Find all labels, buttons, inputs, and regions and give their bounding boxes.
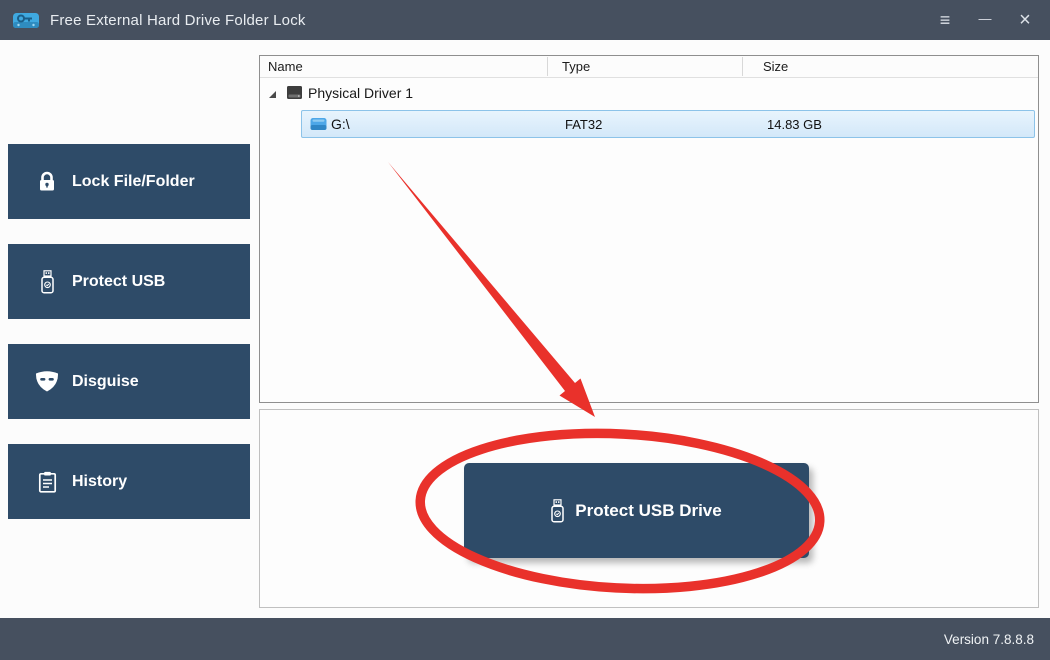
minimize-icon[interactable]: —	[974, 11, 996, 26]
close-icon[interactable]: ×	[1014, 9, 1036, 32]
usb-drive-icon	[310, 117, 327, 136]
drive-size: 14.83 GB	[767, 117, 822, 132]
mask-icon	[34, 370, 60, 393]
usb-icon	[551, 499, 564, 523]
history-icon	[34, 471, 60, 493]
app-window: Free External Hard Drive Folder Lock ≡ —…	[0, 0, 1050, 660]
menu-icon[interactable]: ≡	[934, 10, 956, 31]
column-header-size[interactable]: Size	[763, 59, 788, 74]
table-header: Name Type Size	[260, 56, 1038, 78]
column-divider	[742, 57, 743, 76]
drive-type: FAT32	[565, 117, 602, 132]
sidebar-item-history[interactable]: History	[8, 444, 250, 519]
action-panel: Protect USB Drive	[259, 409, 1039, 608]
window-controls: ≡ — ×	[934, 9, 1036, 32]
titlebar: Free External Hard Drive Folder Lock ≡ —…	[0, 0, 1050, 40]
statusbar: Version 7.8.8.8	[0, 618, 1050, 660]
sidebar-item-lock-file-folder[interactable]: Lock File/Folder	[8, 144, 250, 219]
table-row[interactable]: Physical Driver 1	[260, 82, 1038, 106]
lock-icon	[34, 171, 60, 192]
sidebar-item-disguise[interactable]: Disguise	[8, 344, 250, 419]
sidebar-item-label: History	[72, 473, 127, 491]
column-header-type[interactable]: Type	[562, 59, 590, 74]
protect-usb-drive-label: Protect USB Drive	[575, 501, 721, 521]
column-header-name[interactable]: Name	[268, 59, 303, 74]
protect-usb-drive-button[interactable]: Protect USB Drive	[464, 463, 809, 558]
drive-name: G:\	[331, 116, 350, 132]
sidebar-item-label: Protect USB	[72, 273, 165, 291]
table-row-selected[interactable]: G:\ FAT32 14.83 GB	[301, 110, 1035, 138]
version-label: Version 7.8.8.8	[944, 632, 1034, 647]
sidebar-item-label: Disguise	[72, 373, 139, 391]
window-title: Free External Hard Drive Folder Lock	[50, 12, 306, 29]
app-logo-icon	[12, 8, 40, 32]
tree-expander-icon[interactable]	[269, 91, 276, 98]
sidebar-item-protect-usb[interactable]: Protect USB	[8, 244, 250, 319]
column-divider	[547, 57, 548, 76]
drive-name: Physical Driver 1	[308, 85, 413, 101]
drive-table-panel: Name Type Size Physical Driver 1	[259, 55, 1039, 403]
usb-icon	[34, 270, 60, 294]
physical-drive-icon	[286, 85, 303, 105]
sidebar-item-label: Lock File/Folder	[72, 173, 195, 191]
